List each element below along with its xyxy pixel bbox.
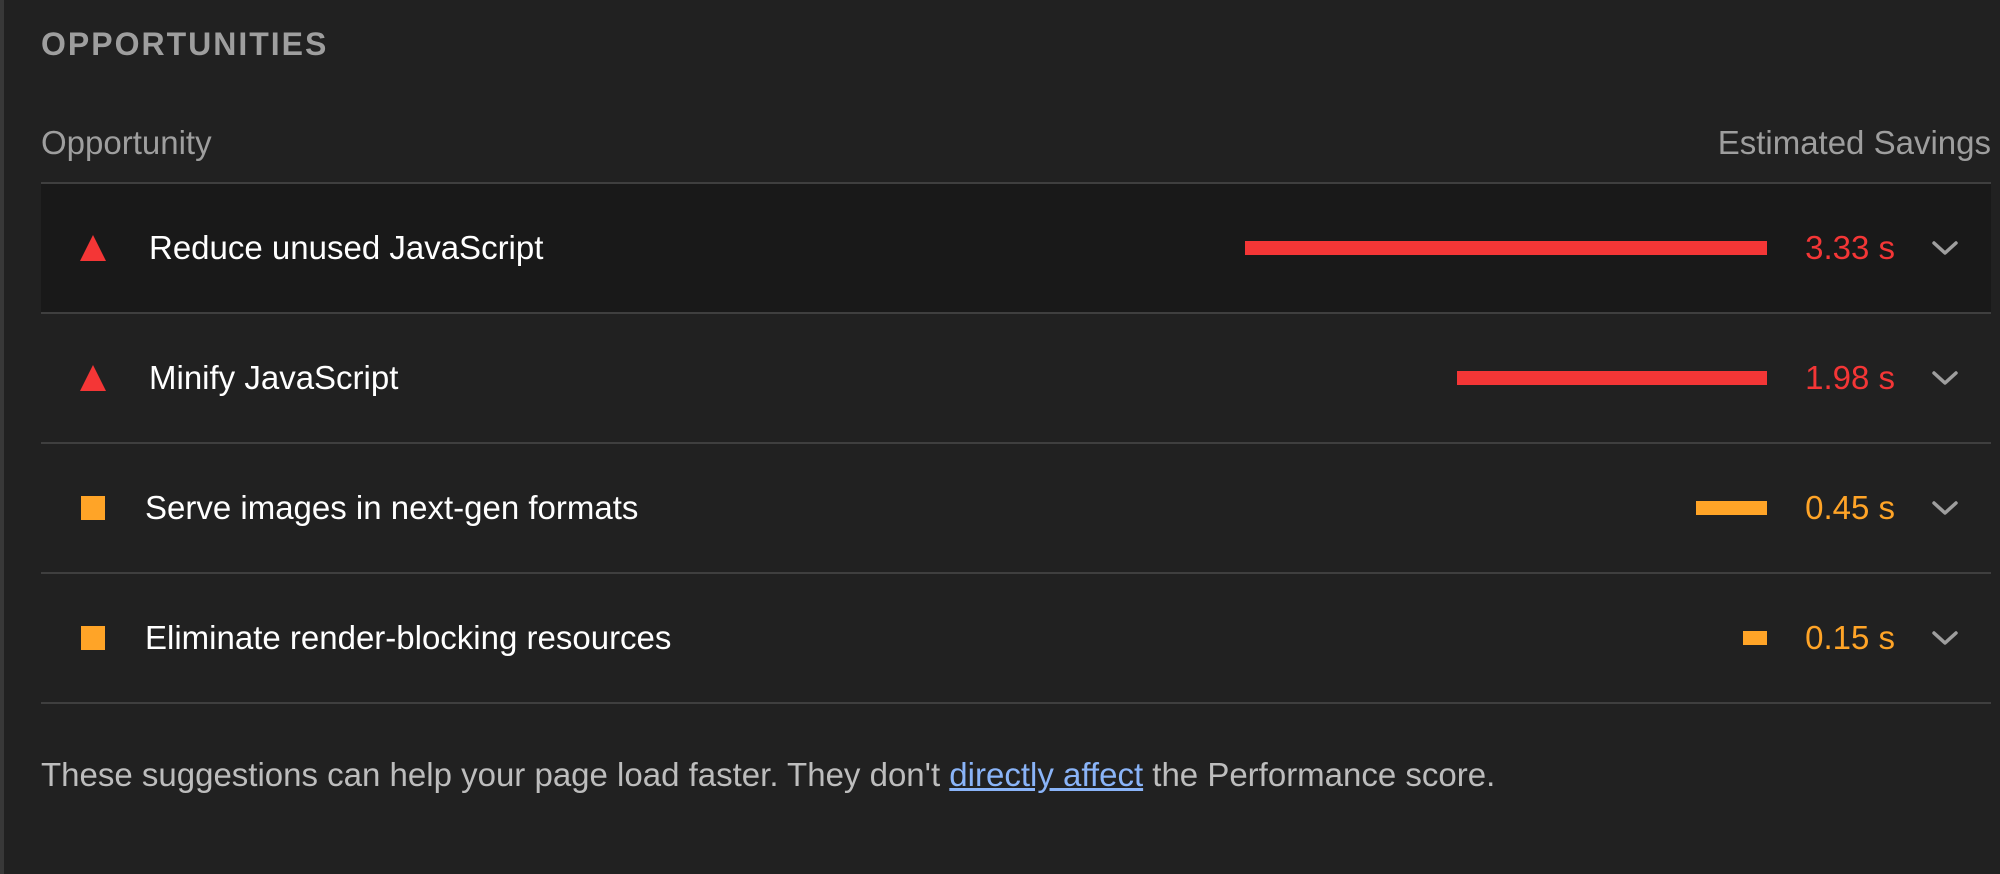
fail-triangle-icon (79, 234, 107, 262)
footer-text-after: the Performance score. (1143, 756, 1496, 793)
audit-row[interactable]: Serve images in next-gen formats 0.45 s (41, 444, 1991, 574)
opportunities-panel: OPPORTUNITIES Opportunity Estimated Savi… (0, 0, 2000, 874)
table-header: Opportunity Estimated Savings (41, 124, 1991, 184)
savings-value: 3.33 s (1805, 229, 1895, 266)
directly-affect-link[interactable]: directly affect (949, 756, 1143, 793)
audit-title: Serve images in next-gen formats (145, 489, 639, 526)
savings-value: 0.45 s (1805, 489, 1895, 526)
savings-bar (1245, 241, 1767, 255)
savings-bar (1457, 371, 1767, 385)
footer-text-before: These suggestions can help your page loa… (41, 756, 950, 793)
savings-bar (1743, 631, 1767, 645)
audit-title: Eliminate render-blocking resources (145, 619, 672, 656)
chevron-down-icon[interactable] (1927, 496, 1963, 520)
chevron-down-icon[interactable] (1927, 626, 1963, 650)
audit-title: Reduce unused JavaScript (149, 229, 544, 266)
audit-row[interactable]: Eliminate render-blocking resources 0.15 … (41, 574, 1991, 704)
savings-value: 1.98 s (1805, 359, 1895, 396)
fail-triangle-icon (79, 364, 107, 392)
audit-title: Minify JavaScript (149, 359, 399, 396)
chevron-down-icon[interactable] (1927, 236, 1963, 260)
section-title: OPPORTUNITIES (41, 26, 329, 62)
header-estimated-savings: Estimated Savings (1717, 124, 1991, 161)
chevron-down-icon[interactable] (1927, 366, 1963, 390)
savings-value: 0.15 s (1805, 619, 1895, 656)
audit-row[interactable]: Reduce unused JavaScript 3.33 s (41, 184, 1991, 314)
average-square-icon (79, 624, 107, 652)
savings-bar (1696, 501, 1767, 515)
average-square-icon (79, 494, 107, 522)
header-opportunity: Opportunity (41, 124, 212, 161)
footer-note: These suggestions can help your page loa… (41, 756, 1495, 794)
audit-row[interactable]: Minify JavaScript 1.98 s (41, 314, 1991, 444)
